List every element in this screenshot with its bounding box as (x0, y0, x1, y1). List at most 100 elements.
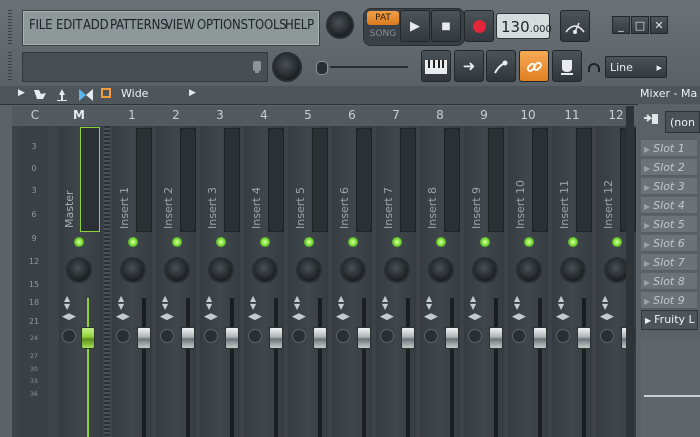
insert-enable-led[interactable] (348, 237, 358, 247)
insert-name[interactable]: Insert 1 (118, 187, 131, 229)
insert-fader[interactable] (401, 327, 415, 349)
insert-enable-led[interactable] (172, 237, 182, 247)
stereo-arrows-icon[interactable]: ▲ ▼ (250, 295, 256, 311)
insert-fader-track[interactable] (406, 298, 410, 437)
insert-fader[interactable] (313, 327, 327, 349)
insert-fader-track[interactable] (142, 298, 146, 437)
insert-fx-knob[interactable] (292, 329, 306, 343)
master-pan-knob[interactable] (66, 257, 92, 283)
plugin-slot[interactable]: ▶ Fruity L (641, 310, 698, 330)
insert-fx-knob[interactable] (468, 329, 482, 343)
insert-name[interactable]: Insert 10 (514, 180, 527, 229)
insert-pan-knob[interactable] (164, 257, 190, 283)
insert-fx-knob[interactable] (248, 329, 262, 343)
menu-file[interactable]: FILE (29, 18, 52, 33)
browser-button[interactable] (552, 50, 582, 82)
master-enable-led[interactable] (74, 237, 84, 247)
menu-view[interactable]: VIEW (165, 18, 195, 33)
mixer-divider[interactable] (104, 126, 110, 437)
effect-slot[interactable]: ▶ Slot 7 (641, 254, 697, 271)
master-swap-arrows-icon[interactable]: ◀▶ (62, 313, 76, 322)
insert-fx-knob[interactable] (116, 329, 130, 343)
insert-enable-led[interactable] (612, 237, 622, 247)
effect-slot[interactable]: ▶ Slot 3 (641, 178, 697, 195)
insert-fader-track[interactable] (450, 298, 454, 437)
piano-roll-button[interactable] (421, 50, 451, 82)
menu-edit[interactable]: EDIT (56, 18, 82, 33)
swap-arrows-icon[interactable]: ◀▶ (380, 313, 394, 322)
insert-fader[interactable] (445, 327, 459, 349)
insert-fx-knob[interactable] (160, 329, 174, 343)
insert-name[interactable]: Insert 6 (338, 187, 351, 229)
insert-fader[interactable] (225, 327, 239, 349)
link-button[interactable] (519, 50, 549, 82)
insert-pan-knob[interactable] (252, 257, 278, 283)
insert-fader[interactable] (577, 327, 591, 349)
insert-enable-led[interactable] (480, 237, 490, 247)
menu-patterns[interactable]: PATTERNS (110, 18, 168, 33)
menu-tools[interactable]: TOOLS (248, 18, 287, 33)
insert-name[interactable]: Insert 3 (206, 187, 219, 229)
insert-pan-knob[interactable] (120, 257, 146, 283)
master-fader-track[interactable] (87, 298, 89, 437)
insert-fx-knob[interactable] (600, 329, 614, 343)
stereo-arrows-icon[interactable]: ▲ ▼ (558, 295, 564, 311)
effect-slot[interactable]: ▶ Slot 4 (641, 197, 697, 214)
master-volume-knob[interactable] (326, 11, 354, 39)
pin-icon[interactable] (55, 87, 69, 101)
insert-fader[interactable] (137, 327, 151, 349)
swap-arrows-icon[interactable]: ◀▶ (336, 313, 350, 322)
pat-mode-button[interactable]: PAT (367, 11, 399, 25)
song-mode-button[interactable]: SONG (367, 27, 399, 41)
swap-arrows-icon[interactable]: ◀▶ (160, 313, 174, 322)
eq-panel[interactable] (641, 340, 700, 437)
expand-arrow-icon[interactable]: ▶ (189, 88, 196, 98)
insert-enable-led[interactable] (128, 237, 138, 247)
swap-arrows-icon[interactable]: ◀▶ (116, 313, 130, 322)
stereo-arrows-icon[interactable]: ▲ ▼ (426, 295, 432, 311)
menu-options[interactable]: OPTIONS (197, 18, 248, 33)
insert-name[interactable]: Insert 2 (162, 187, 175, 229)
insert-pan-knob[interactable] (208, 257, 234, 283)
insert-fader-track[interactable] (362, 298, 366, 437)
master-pitch-knob[interactable] (272, 52, 302, 82)
collapse-arrow-icon[interactable]: ▶ (18, 88, 25, 98)
swap-arrows-icon[interactable]: ◀▶ (248, 313, 262, 322)
insert-fader-track[interactable] (538, 298, 542, 437)
insert-fader-track[interactable] (494, 298, 498, 437)
minimize-button[interactable]: _ (612, 16, 630, 34)
stereo-arrows-icon[interactable]: ▲ ▼ (602, 295, 608, 311)
master-stereo-arrows-icon[interactable]: ▲ ▼ (64, 295, 70, 311)
insert-pan-knob[interactable] (472, 257, 498, 283)
record-button[interactable] (464, 10, 494, 42)
insert-fader-track[interactable] (582, 298, 586, 437)
insert-fader[interactable] (357, 327, 371, 349)
insert-name[interactable]: Insert 9 (470, 187, 483, 229)
effect-slot[interactable]: ▶ Slot 1 (641, 140, 697, 157)
insert-name[interactable]: Insert 5 (294, 187, 307, 229)
stereo-arrows-icon[interactable]: ▲ ▼ (162, 295, 168, 311)
swap-arrows-icon[interactable]: ◀▶ (468, 313, 482, 322)
view-mode-label[interactable]: Wide (121, 87, 148, 100)
stereo-arrows-icon[interactable]: ▲ ▼ (514, 295, 520, 311)
insert-pan-knob[interactable] (516, 257, 542, 283)
insert-fader[interactable] (533, 327, 547, 349)
swap-arrows-icon[interactable]: ◀▶ (600, 313, 614, 322)
menu-add[interactable]: ADD (83, 18, 109, 33)
effect-slot[interactable]: ▶ Slot 8 (641, 273, 697, 290)
effect-slot[interactable]: ▶ Slot 5 (641, 216, 697, 233)
effect-slot[interactable]: ▶ Slot 2 (641, 159, 697, 176)
metronome-button[interactable] (560, 10, 590, 42)
snap-selector[interactable]: Line ▸ (605, 56, 667, 78)
input-selector[interactable]: (non (665, 111, 700, 133)
mixer-plug-button[interactable] (486, 50, 516, 82)
insert-name[interactable]: Insert 11 (558, 180, 571, 229)
swap-arrows-icon[interactable]: ◀▶ (556, 313, 570, 322)
insert-pan-knob[interactable] (340, 257, 366, 283)
insert-pan-knob[interactable] (560, 257, 586, 283)
swap-arrows-icon[interactable]: ◀▶ (204, 313, 218, 322)
stereo-arrows-icon[interactable]: ▲ ▼ (338, 295, 344, 311)
menu-help[interactable]: HELP (285, 18, 314, 33)
pitch-slider-track[interactable] (330, 66, 408, 68)
insert-fx-knob[interactable] (380, 329, 394, 343)
